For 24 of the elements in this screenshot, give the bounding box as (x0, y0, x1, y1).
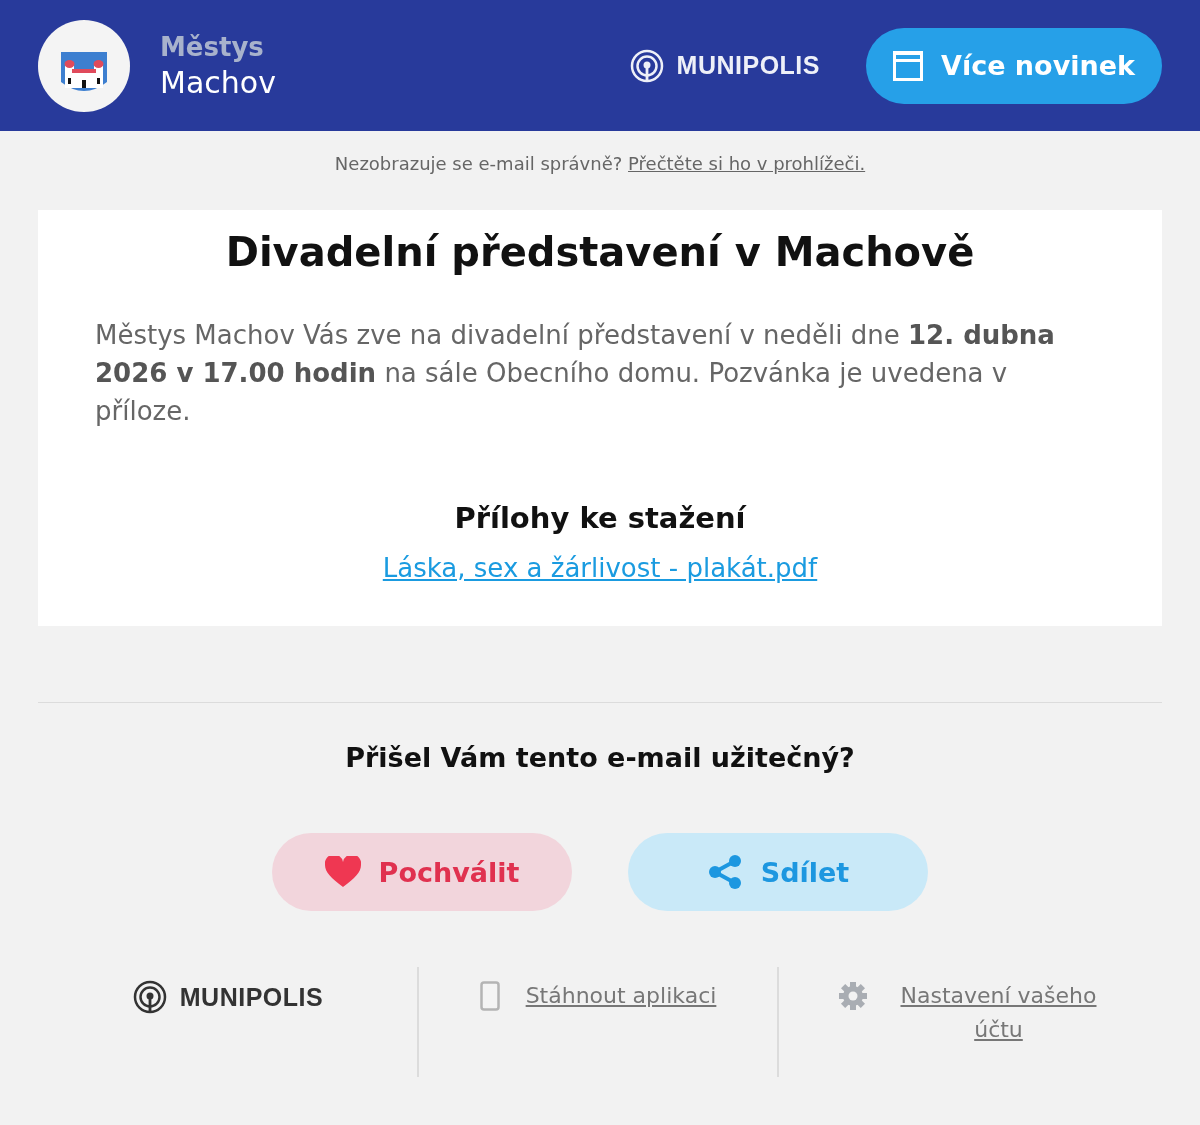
brand-logo: MUNIPOLIS (676, 51, 820, 80)
browser-link[interactable]: Přečtěte si ho v prohlížeči. (628, 153, 866, 174)
heart-icon (324, 856, 361, 888)
coat-of-arms-icon (38, 19, 130, 112)
app-download-link[interactable]: Stáhnout aplikaci (525, 979, 717, 1013)
article-text: Městys Machov Vás zve na divadelní představení v neděli dne 12. dubna 2026 v 17.00 hodin na sále Obecního domu. Pozvánka je uvedena v příloze. (95, 319, 1056, 428)
share-icon (706, 854, 743, 890)
attachments-heading: Přílohy ke stažení (453, 500, 748, 537)
town-name: Machov (160, 63, 276, 102)
more-news-button[interactable]: Více novinek (866, 27, 1162, 104)
phone-icon (479, 981, 500, 1011)
share-button[interactable]: Sdílet (628, 833, 928, 911)
attachment-link[interactable]: Láska, sex a žárlivost - plakát.pdf (382, 553, 818, 583)
account-settings-link[interactable]: Nastavení vašeho účtu (893, 979, 1104, 1047)
feedback-question: Přišel Vám tento e-mail užitečný? (344, 741, 856, 775)
newspaper-icon (893, 50, 923, 81)
town-kind: Městys (160, 30, 265, 64)
praise-button[interactable]: Pochválit (272, 833, 572, 911)
signal-icon (131, 979, 168, 1015)
signal-icon (628, 47, 665, 84)
article-title: Divadelní představení v Machově (224, 228, 976, 276)
gear-icon (837, 981, 868, 1011)
brand-logo: MUNIPOLIS (179, 982, 324, 1012)
notice-text: Nezobrazuje se e-mail správně? Přečtěte si ho v prohlížeči. (333, 153, 867, 175)
